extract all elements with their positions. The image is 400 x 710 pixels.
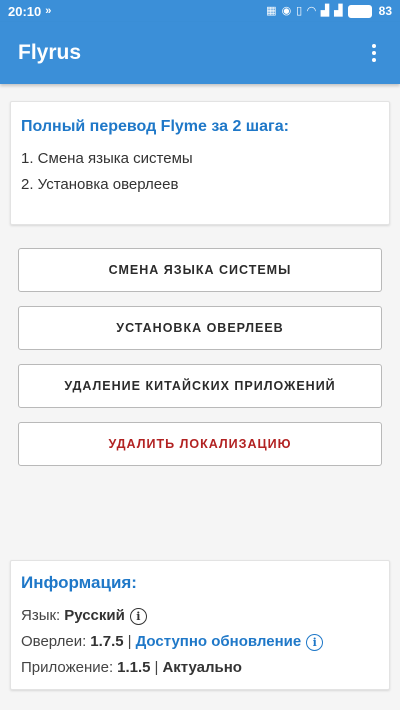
- language-value: Русский: [64, 607, 125, 624]
- overlays-update-link[interactable]: Доступно обновление: [136, 629, 302, 655]
- overlays-row: Оверлеи: 1.7.5 | Доступно обновление i: [21, 629, 379, 655]
- signal-icon: ▟: [320, 4, 330, 17]
- app-status: Актуально: [162, 659, 242, 676]
- info-card: Информация: Язык: Русский i Оверлеи: 1.7…: [10, 560, 390, 690]
- separator: |: [127, 633, 132, 650]
- app-version: 1.1.5: [117, 659, 151, 676]
- guide-step: 2. Установка оверлеев: [21, 176, 179, 193]
- separator: |: [154, 659, 159, 676]
- remove-localization-button[interactable]: УДАЛИТЬ ЛОКАЛИЗАЦИЮ: [18, 422, 382, 466]
- vibrate-icon: ▯: [296, 4, 303, 17]
- guide-title: Полный перевод Flyme за 2 шага:: [21, 118, 289, 135]
- overlays-label: Оверлеи:: [21, 633, 87, 650]
- wifi-icon: ◠: [307, 4, 316, 17]
- remove-chinese-apps-button[interactable]: УДАЛЕНИЕ КИТАЙСКИХ ПРИЛОЖЕНИЙ: [18, 364, 382, 408]
- signal-2-icon: ▟: [334, 4, 343, 17]
- battery-icon: [347, 4, 372, 18]
- app-bar: Flyrus: [0, 22, 400, 84]
- app-version-row: Приложение: 1.1.5 | Актуально: [21, 655, 379, 681]
- change-language-button[interactable]: СМЕНА ЯЗЫКА СИСТЕМЫ: [18, 248, 382, 292]
- app-title: Flyrus: [18, 41, 82, 64]
- menu-more-icon[interactable]: [366, 38, 382, 68]
- language-row: Язык: Русский i: [21, 603, 379, 629]
- status-bar: 20:10 » ▦ ◉ ▯ ◠ ▟ ▟ 83: [0, 0, 400, 22]
- info-icon[interactable]: i: [306, 633, 324, 651]
- install-overlays-button[interactable]: УСТАНОВКА ОВЕРЛЕЕВ: [18, 306, 382, 350]
- nfc-icon: ▦: [266, 4, 277, 17]
- guide-card: Полный перевод Flyme за 2 шага: 1. Смена…: [10, 101, 390, 225]
- app-label: Приложение:: [21, 659, 114, 676]
- language-label: Язык:: [21, 607, 61, 624]
- battery-level: 83: [378, 4, 392, 18]
- info-icon[interactable]: i: [129, 607, 147, 625]
- alarm-icon: ◉: [281, 4, 292, 17]
- guide-step: 1. Смена языка системы: [21, 150, 193, 167]
- info-title: Информация:: [21, 573, 137, 592]
- forward-icon: »: [45, 4, 52, 17]
- status-time: 20:10: [8, 3, 42, 19]
- overlays-version: 1.7.5: [90, 633, 124, 650]
